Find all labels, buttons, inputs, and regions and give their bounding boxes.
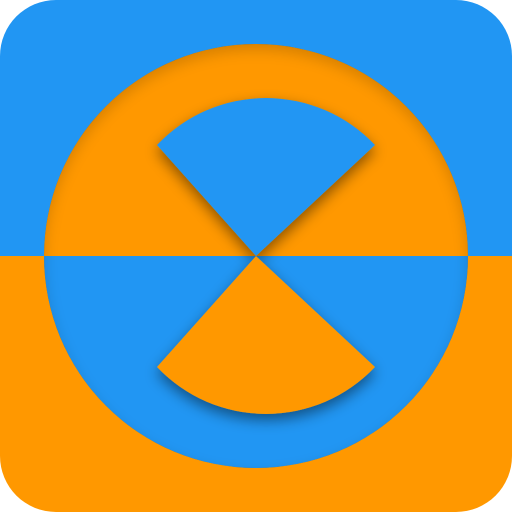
split-circle-hourglass-icon: [0, 0, 512, 512]
app-icon-stage: [0, 0, 512, 512]
icon-tile: [0, 0, 512, 512]
